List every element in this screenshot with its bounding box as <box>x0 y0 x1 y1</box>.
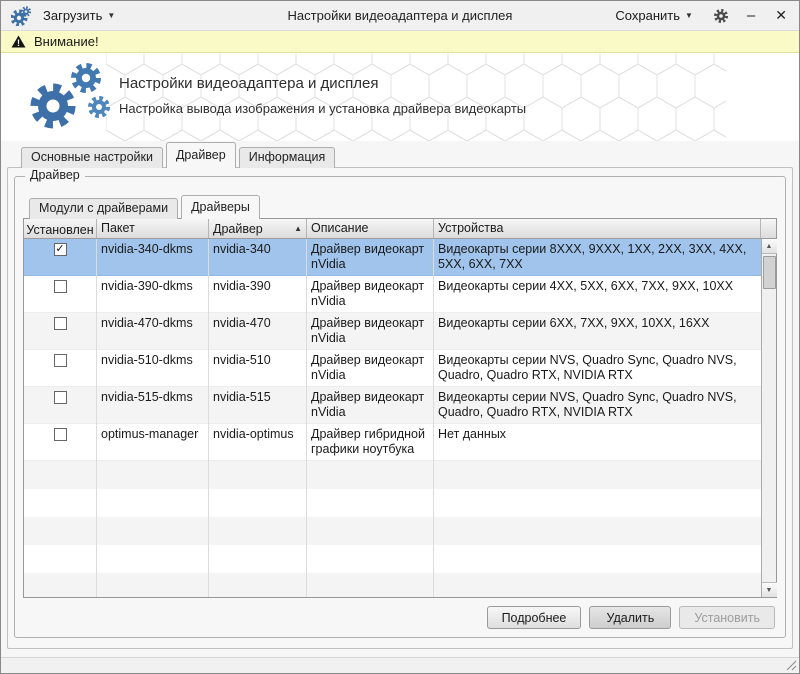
titlebar: Загрузить ▼ Настройки видеоадаптера и ди… <box>1 1 799 31</box>
column-header-description[interactable]: Описание <box>307 219 434 238</box>
column-header-driver-label: Драйвер <box>213 222 263 236</box>
scrollbar-thumb[interactable] <box>763 256 776 289</box>
cell-driver: nvidia-470 <box>209 313 307 349</box>
hexagon-pattern <box>106 53 726 141</box>
installed-checkbox[interactable] <box>54 354 67 367</box>
resize-grip[interactable] <box>786 660 797 671</box>
cell-description: Драйвер видеокарт nVidia <box>307 239 434 275</box>
table-body: ✓ nvidia-340-dkms nvidia-340 Драйвер вид… <box>24 239 761 597</box>
cell-driver: nvidia-510 <box>209 350 307 386</box>
cell-devices: Видеокарты серии NVS, Quadro Sync, Quadr… <box>434 350 761 386</box>
tab-information[interactable]: Информация <box>239 147 336 168</box>
subtab-drivers[interactable]: Драйверы <box>181 195 260 219</box>
cell-description: Драйвер видеокарт nVidia <box>307 313 434 349</box>
header-corner <box>761 219 776 238</box>
cell-description: Драйвер видеокарт nVidia <box>307 350 434 386</box>
column-header-driver[interactable]: Драйвер ▲ <box>209 219 307 238</box>
page-title: Настройки видеоадаптера и дисплея <box>119 75 378 92</box>
groupbox-legend: Драйвер <box>25 168 85 182</box>
window-title: Настройки видеоадаптера и дисплея <box>181 8 619 23</box>
load-menu-button[interactable]: Загрузить ▼ <box>39 5 119 26</box>
cell-devices: Видеокарты серии 4XX, 5XX, 6XX, 7XX, 9XX… <box>434 276 761 312</box>
tab-general-settings[interactable]: Основные настройки <box>21 147 163 168</box>
table-header: Установлен Пакет Драйвер ▲ Описание Устр… <box>24 219 776 239</box>
close-button[interactable]: ✕ <box>773 7 789 24</box>
gears-icon <box>23 59 111 137</box>
warning-triangle-icon: ! <box>11 35 26 48</box>
chevron-down-icon: ▼ <box>685 11 693 20</box>
tab-driver[interactable]: Драйвер <box>166 142 236 168</box>
settings-gear-button[interactable] <box>713 8 729 24</box>
driver-tab-pane: Драйвер Модули с драйверами Драйверы Уст… <box>7 167 793 649</box>
cell-description: Драйвер гибридной графики ноутбука <box>307 424 434 460</box>
page-header: Настройки видеоадаптера и дисплея Настро… <box>1 53 799 141</box>
warning-banner: ! Внимание! <box>1 31 799 53</box>
table-rows: ✓ nvidia-340-dkms nvidia-340 Драйвер вид… <box>24 239 761 597</box>
column-header-devices[interactable]: Устройства <box>434 219 761 238</box>
scroll-down-button[interactable]: ▼ <box>762 582 777 597</box>
driver-subtabs: Модули с драйверами Драйверы <box>29 195 263 219</box>
cell-driver: nvidia-515 <box>209 387 307 423</box>
table-row[interactable]: optimus-manager nvidia-optimus Драйвер г… <box>24 424 761 461</box>
details-button[interactable]: Подробнее <box>487 606 582 629</box>
load-menu-label: Загрузить <box>43 8 102 23</box>
cell-devices: Видеокарты серии 6XX, 7XX, 9XX, 10XX, 16… <box>434 313 761 349</box>
table-row[interactable]: ✓ nvidia-340-dkms nvidia-340 Драйвер вид… <box>24 239 761 276</box>
remove-button[interactable]: Удалить <box>589 606 671 629</box>
vertical-scrollbar[interactable]: ▲ ▼ <box>761 239 776 597</box>
minimize-button[interactable]: – <box>745 7 757 24</box>
app-window: Загрузить ▼ Настройки видеоадаптера и ди… <box>0 0 800 674</box>
cell-package: nvidia-470-dkms <box>97 313 209 349</box>
app-gears-icon <box>11 6 31 26</box>
table-row[interactable]: nvidia-470-dkms nvidia-470 Драйвер видео… <box>24 313 761 350</box>
installed-checkbox[interactable]: ✓ <box>54 243 67 256</box>
installed-checkbox[interactable] <box>54 391 67 404</box>
cell-description: Драйвер видеокарт nVidia <box>307 276 434 312</box>
cell-package: nvidia-390-dkms <box>97 276 209 312</box>
drivers-table: Установлен Пакет Драйвер ▲ Описание Устр… <box>23 218 777 598</box>
driver-groupbox: Драйвер Модули с драйверами Драйверы Уст… <box>14 176 786 638</box>
installed-checkbox[interactable] <box>54 317 67 330</box>
cell-driver: nvidia-340 <box>209 239 307 275</box>
svg-text:!: ! <box>17 38 20 48</box>
main-tabs: Основные настройки Драйвер Информация <box>21 143 338 168</box>
warning-label: Внимание! <box>34 34 99 49</box>
cell-package: nvidia-510-dkms <box>97 350 209 386</box>
sort-ascending-icon: ▲ <box>294 224 302 233</box>
table-row[interactable]: nvidia-515-dkms nvidia-515 Драйвер видео… <box>24 387 761 424</box>
cell-driver: nvidia-390 <box>209 276 307 312</box>
cell-driver: nvidia-optimus <box>209 424 307 460</box>
cell-package: optimus-manager <box>97 424 209 460</box>
installed-checkbox[interactable] <box>54 280 67 293</box>
page-subtitle: Настройка вывода изображения и установка… <box>119 101 526 116</box>
cell-devices: Нет данных <box>434 424 761 460</box>
save-menu-button[interactable]: Сохранить ▼ <box>611 5 697 26</box>
status-bar <box>1 657 799 673</box>
installed-checkbox[interactable] <box>54 428 67 441</box>
table-row[interactable]: nvidia-390-dkms nvidia-390 Драйвер видео… <box>24 276 761 313</box>
table-row[interactable]: nvidia-510-dkms nvidia-510 Драйвер видео… <box>24 350 761 387</box>
chevron-down-icon: ▼ <box>107 11 115 20</box>
cell-description: Драйвер видеокарт nVidia <box>307 387 434 423</box>
cell-package: nvidia-340-dkms <box>97 239 209 275</box>
scroll-up-button[interactable]: ▲ <box>762 239 777 254</box>
cell-devices: Видеокарты серии NVS, Quadro Sync, Quadr… <box>434 387 761 423</box>
install-button: Установить <box>679 606 775 629</box>
cell-package: nvidia-515-dkms <box>97 387 209 423</box>
action-buttons: Подробнее Удалить Установить <box>487 606 775 629</box>
subtab-driver-modules[interactable]: Модули с драйверами <box>29 198 178 219</box>
column-header-installed[interactable]: Установлен <box>24 219 97 238</box>
table-filler <box>24 461 761 597</box>
column-header-package[interactable]: Пакет <box>97 219 209 238</box>
cell-devices: Видеокарты серии 8XXX, 9XXX, 1XX, 2XX, 3… <box>434 239 761 275</box>
save-menu-label: Сохранить <box>615 8 680 23</box>
